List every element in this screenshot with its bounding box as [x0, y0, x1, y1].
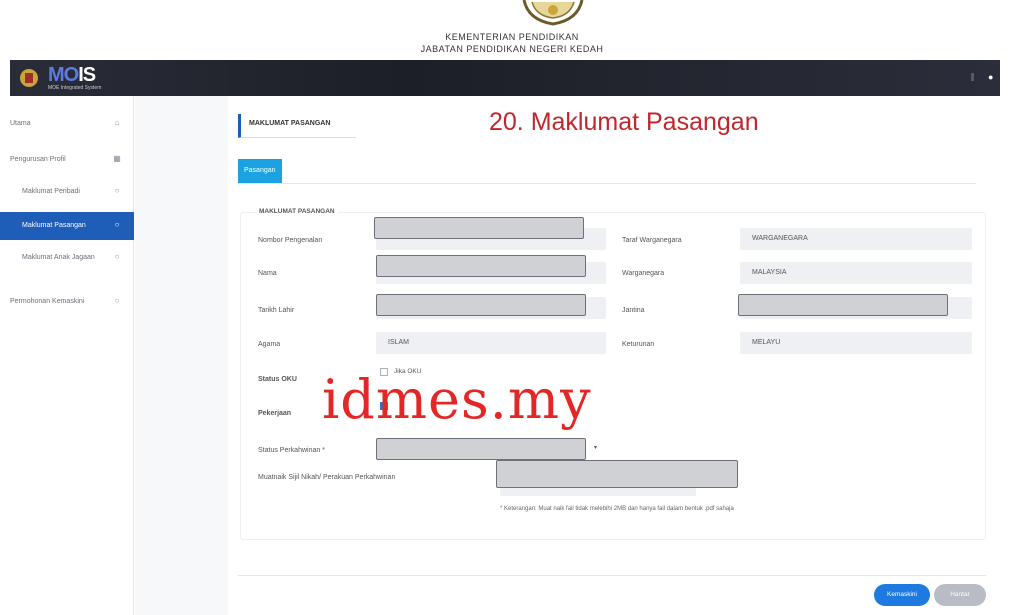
circle-icon: ○ [114, 220, 120, 229]
app-root: KEMENTERIAN PENDIDIKAN JABATAN PENDIDIKA… [0, 0, 1024, 615]
sidebar-item-label: Maklumat Anak Jagaan [22, 254, 95, 261]
home-icon: ⌂ [114, 118, 120, 127]
sidebar: Utama ⌂ Pengurusan Profil ▦ Maklumat Per… [0, 96, 134, 615]
footer-divider [238, 575, 986, 576]
logo-prefix: MO [48, 64, 79, 86]
upload-file-input[interactable] [496, 460, 738, 488]
chevron-down-icon[interactable]: ▾ [594, 444, 597, 451]
tab-pasangan[interactable]: Pasangan [238, 159, 282, 183]
ethnicity-value: MELAYU [752, 339, 781, 346]
submit-button[interactable]: Hantar [934, 584, 986, 606]
label-warganegara: Warganegara [622, 270, 665, 277]
label-taraf-warganegara: Taraf Warganegara [622, 237, 682, 244]
citizenship-status-value: WARGANEGARA [752, 235, 808, 242]
ministry-header: KEMENTERIAN PENDIDIKAN JABATAN PENDIDIKA… [0, 0, 1024, 58]
logo-subtitle: MOE Integrated System [48, 85, 102, 91]
sidebar-item-maklumat-pasangan[interactable]: Maklumat Pasangan ○ [0, 212, 134, 240]
sidebar-item-label: Utama [10, 120, 31, 127]
topbar: MOIS MOE Integrated System ● [10, 60, 1000, 96]
label-nama: Nama [258, 270, 277, 277]
ic-number-input[interactable] [374, 217, 584, 239]
circle-icon: ○ [114, 252, 120, 261]
sidebar-item-maklumat-peribadi[interactable]: Maklumat Peribadi ○ [0, 178, 134, 206]
label-tarikh-lahir: Tarikh Lahir [258, 307, 295, 314]
crest-icon [522, 0, 584, 26]
label-muatnaik-sijil: Muatnaik Sijil Nikah/ Perakuan Perkahwin… [258, 474, 396, 481]
label-status-oku: Status OKU [258, 376, 297, 383]
divider [971, 73, 974, 81]
label-nombor-pengenalan: Nombor Pengenalan [258, 237, 323, 244]
save-button-label: Kemaskini [887, 591, 917, 598]
circle-icon: ○ [114, 296, 120, 305]
label-jantina: Jantina [622, 307, 645, 314]
label-agama: Agama [258, 341, 281, 348]
sidebar-item-label: Maklumat Peribadi [22, 188, 80, 195]
circle-icon: ○ [114, 186, 120, 195]
grid-icon: ▦ [113, 154, 121, 163]
marital-status-select[interactable] [376, 438, 586, 460]
citizenship-status-field: WARGANEGARA [740, 228, 972, 250]
dob-input[interactable] [376, 294, 586, 316]
page-title: MAKLUMAT PASANGAN [238, 114, 356, 138]
sidebar-item-label: Pengurusan Profil [10, 156, 66, 163]
department-name: JABATAN PENDIDIKAN NEGERI KEDAH [420, 44, 604, 54]
crest-icon [20, 69, 38, 87]
overlay-heading: 20. Maklumat Pasangan [489, 108, 759, 136]
sidebar-item-label: Permohonan Kemaskini [10, 298, 85, 305]
religion-value: ISLAM [388, 339, 410, 346]
ministry-name: KEMENTERIAN PENDIDIKAN [445, 32, 579, 42]
nationality-value: MALAYSIA [752, 269, 787, 276]
tab-divider [238, 183, 976, 184]
name-input[interactable] [376, 255, 586, 277]
logo-suffix: IS [78, 64, 96, 86]
app-logo[interactable]: MOIS [48, 64, 96, 87]
sidebar-item-maklumat-anak-jagaan[interactable]: Maklumat Anak Jagaan ○ [0, 244, 134, 272]
sidebar-item-permohonan-kemaskini[interactable]: Permohonan Kemaskini ○ [0, 288, 134, 316]
sidebar-item-pengurusan-profil[interactable]: Pengurusan Profil ▦ [0, 146, 134, 174]
label-pekerjaan: Pekerjaan [258, 410, 292, 417]
sidebar-item-utama[interactable]: Utama ⌂ [0, 110, 134, 138]
fieldset-legend: MAKLUMAT PASANGAN [256, 208, 338, 215]
sidebar-item-label: Maklumat Pasangan [22, 222, 86, 229]
user-menu-icon[interactable]: ● [988, 72, 994, 82]
label-status-perkahwinan: Status Perkahwinan * [258, 447, 325, 454]
label-keturunan: Keturunan [622, 341, 655, 348]
submit-button-label: Hantar [950, 591, 970, 598]
ethnicity-field: MELAYU [740, 332, 972, 354]
gender-input[interactable] [738, 294, 948, 316]
save-button[interactable]: Kemaskini [874, 584, 930, 606]
watermark: idmes.my [322, 368, 592, 431]
upload-note: * Keterangan: Muat naik fail tidak meleb… [500, 506, 734, 512]
religion-field: ISLAM [376, 332, 606, 354]
nationality-field: MALAYSIA [740, 262, 972, 284]
